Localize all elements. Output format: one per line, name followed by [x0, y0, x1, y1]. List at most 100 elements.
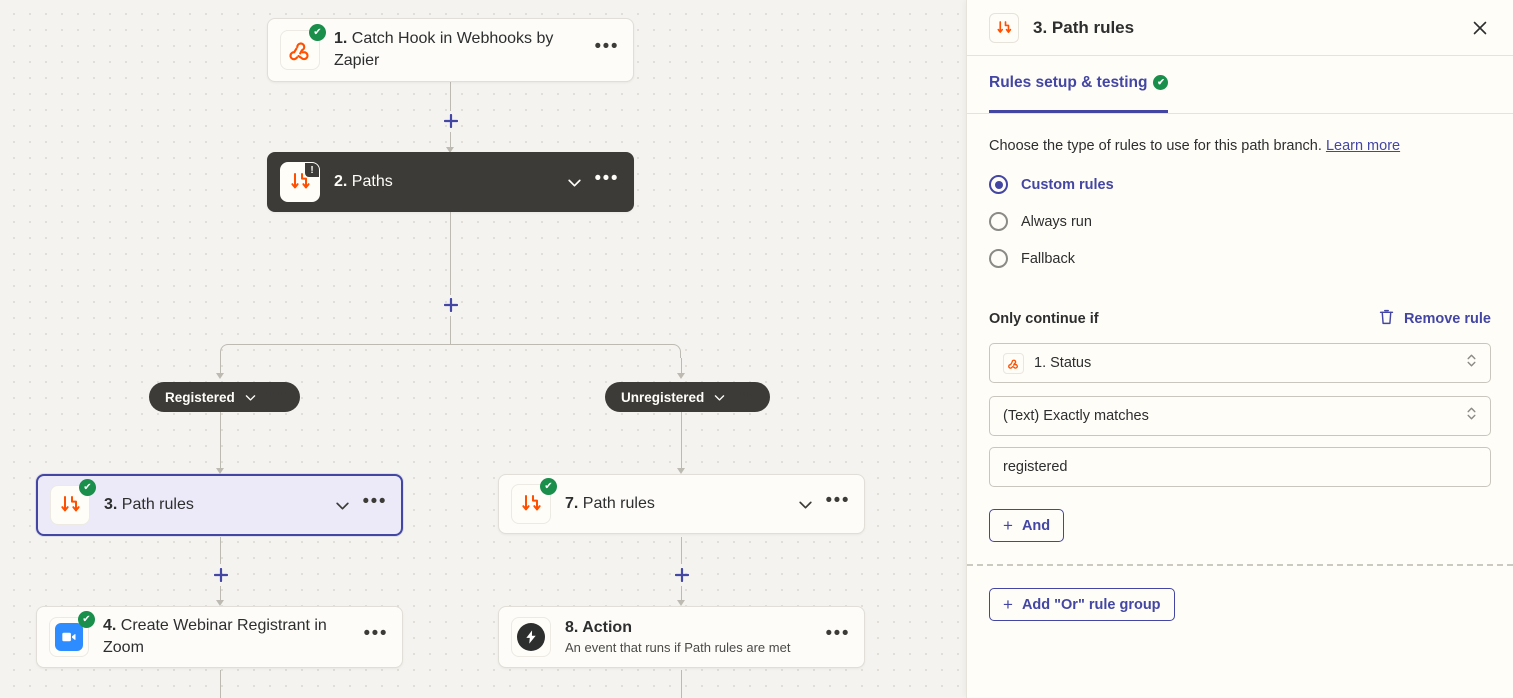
more-options-icon[interactable]: ••• [363, 492, 387, 512]
workflow-node-2[interactable]: ! 2. Paths ••• [267, 152, 634, 212]
more-options-icon[interactable]: ••• [826, 624, 850, 644]
radio-label: Always run [1021, 213, 1092, 230]
rule-field-select[interactable]: 1. Status [989, 343, 1491, 384]
workflow-node-1[interactable]: ✔ 1. Catch Hook in Webhooks by Zapier ••… [267, 18, 634, 82]
more-options-icon[interactable]: ••• [595, 169, 619, 189]
node-step-number: 3. [104, 496, 118, 514]
webhooks-icon [1003, 352, 1024, 374]
chevron-down-icon[interactable] [797, 496, 814, 513]
and-button-row: + And [989, 509, 1491, 543]
panel-body: Choose the type of rules to use for this… [967, 114, 1513, 698]
branch-corner-left [220, 344, 234, 358]
node-title-text: Action [582, 618, 632, 636]
radio-label: Custom rules [1021, 176, 1114, 193]
node-step-number: 1. [334, 30, 348, 48]
paths-icon [989, 12, 1019, 43]
node-icon-container: ✔ [511, 478, 557, 524]
workflow-canvas[interactable]: Registered ••• Unregistered ••• ✔ 1. Cat… [0, 0, 966, 698]
node-icon-container [511, 617, 551, 657]
paths-icon: ! [280, 162, 320, 202]
tab-rules-setup-and-testing[interactable]: Rules setup & testing ✔ [989, 56, 1169, 113]
more-options-icon[interactable]: ••• [595, 37, 619, 57]
chevron-down-icon[interactable] [566, 174, 583, 191]
status-check-badge: ✔ [540, 478, 557, 495]
node-title-line: 8. Action [565, 617, 818, 639]
add-or-rule-group-button[interactable]: + Add "Or" rule group [989, 588, 1175, 622]
node-icon-container: ! [280, 162, 320, 202]
connector-arrow [677, 373, 685, 379]
node-actions: ••• [595, 37, 619, 57]
add-step-button-4[interactable] [671, 564, 693, 586]
trash-icon [1378, 308, 1395, 330]
more-options-icon[interactable]: ••• [266, 385, 288, 404]
plus-icon: + [1003, 516, 1013, 536]
connector-line [450, 82, 451, 111]
radio-indicator[interactable] [989, 175, 1008, 195]
node-title: 2. Paths [334, 171, 566, 193]
chevron-up-down-icon[interactable] [1465, 352, 1478, 374]
node-title-text: Path rules [582, 495, 655, 513]
connector-line [681, 412, 682, 470]
more-options-icon[interactable]: ••• [735, 385, 757, 404]
plus-icon: + [1003, 595, 1013, 615]
more-options-icon[interactable]: ••• [364, 624, 388, 644]
node-icon-container: ✔ [50, 479, 96, 525]
node-title: 3. Path rules [104, 494, 334, 516]
radio-always-run[interactable]: Always run [989, 212, 1491, 232]
remove-rule-button[interactable]: Remove rule [1378, 308, 1491, 330]
node-actions: ••• [797, 491, 850, 513]
node-icon-container: ✔ [49, 611, 95, 657]
chevron-down-icon[interactable] [334, 497, 351, 514]
node-actions: ••• [826, 624, 850, 644]
chevron-down-icon[interactable] [713, 391, 726, 404]
add-step-button-2[interactable] [440, 294, 462, 316]
radio-indicator[interactable] [989, 212, 1008, 232]
rule-operator-select[interactable]: (Text) Exactly matches [989, 396, 1491, 437]
tab-label: Rules setup & testing [989, 73, 1148, 91]
and-button-label: And [1021, 517, 1051, 534]
radio-fallback[interactable]: Fallback [989, 249, 1491, 269]
workflow-node-3[interactable]: ✔ 3. Path rules ••• [36, 474, 403, 536]
chevron-up-down-icon[interactable] [1465, 405, 1478, 427]
branch-split-line [234, 344, 667, 345]
branch-label-text: Registered [165, 389, 235, 405]
node-step-number: 7. [565, 495, 579, 513]
radio-custom-rules[interactable]: Custom rules [989, 175, 1491, 195]
workflow-node-4[interactable]: ✔ 4. Create Webinar Registrant in Zoom •… [36, 606, 403, 668]
add-and-rule-button[interactable]: + And [989, 509, 1065, 543]
node-title: 1. Catch Hook in Webhooks by Zapier [334, 28, 595, 71]
connector-line [450, 316, 451, 344]
connector-line [450, 212, 451, 295]
rules-intro-text: Choose the type of rules to use for this… [989, 138, 1322, 154]
radio-indicator[interactable] [989, 249, 1008, 269]
node-actions: ••• [566, 169, 619, 191]
workflow-node-7[interactable]: ✔ 7. Path rules ••• [498, 474, 865, 534]
panel-tabs: Rules setup & testing ✔ [967, 56, 1513, 114]
connector-line [220, 670, 221, 698]
add-step-button-1[interactable] [440, 110, 462, 132]
rule-value-input[interactable] [989, 447, 1491, 488]
node-title: 7. Path rules [565, 493, 797, 515]
status-check-badge: ✔ [309, 24, 326, 41]
more-options-icon[interactable]: ••• [826, 491, 850, 511]
branch-label-unregistered[interactable]: Unregistered ••• [605, 382, 770, 412]
status-check-badge: ✔ [79, 479, 96, 496]
or-group-row: + Add "Or" rule group [989, 588, 1491, 622]
warning-corner-badge: ! [305, 163, 319, 177]
branch-label-registered[interactable]: Registered ••• [149, 382, 301, 412]
remove-rule-label: Remove rule [1403, 311, 1491, 328]
branch-label-text: Unregistered [621, 389, 705, 405]
close-icon[interactable] [1467, 15, 1493, 41]
node-subtitle: An event that runs if Path rules are met [565, 640, 791, 656]
node-title-text: Path rules [121, 496, 194, 514]
add-step-button-3[interactable] [210, 564, 232, 586]
panel-header: 3. Path rules [967, 0, 1513, 56]
learn-more-link[interactable]: Learn more [1326, 138, 1400, 154]
node-icon-container: ✔ [280, 24, 326, 70]
node-title-text: Paths [351, 173, 393, 191]
workflow-node-8[interactable]: 8. Action An event that runs if Path rul… [498, 606, 865, 668]
rule-field-value: 1. Status [1034, 355, 1092, 372]
connector-line [681, 670, 682, 698]
zap-editor: Registered ••• Unregistered ••• ✔ 1. Cat… [0, 0, 1513, 698]
chevron-down-icon[interactable] [244, 391, 257, 404]
